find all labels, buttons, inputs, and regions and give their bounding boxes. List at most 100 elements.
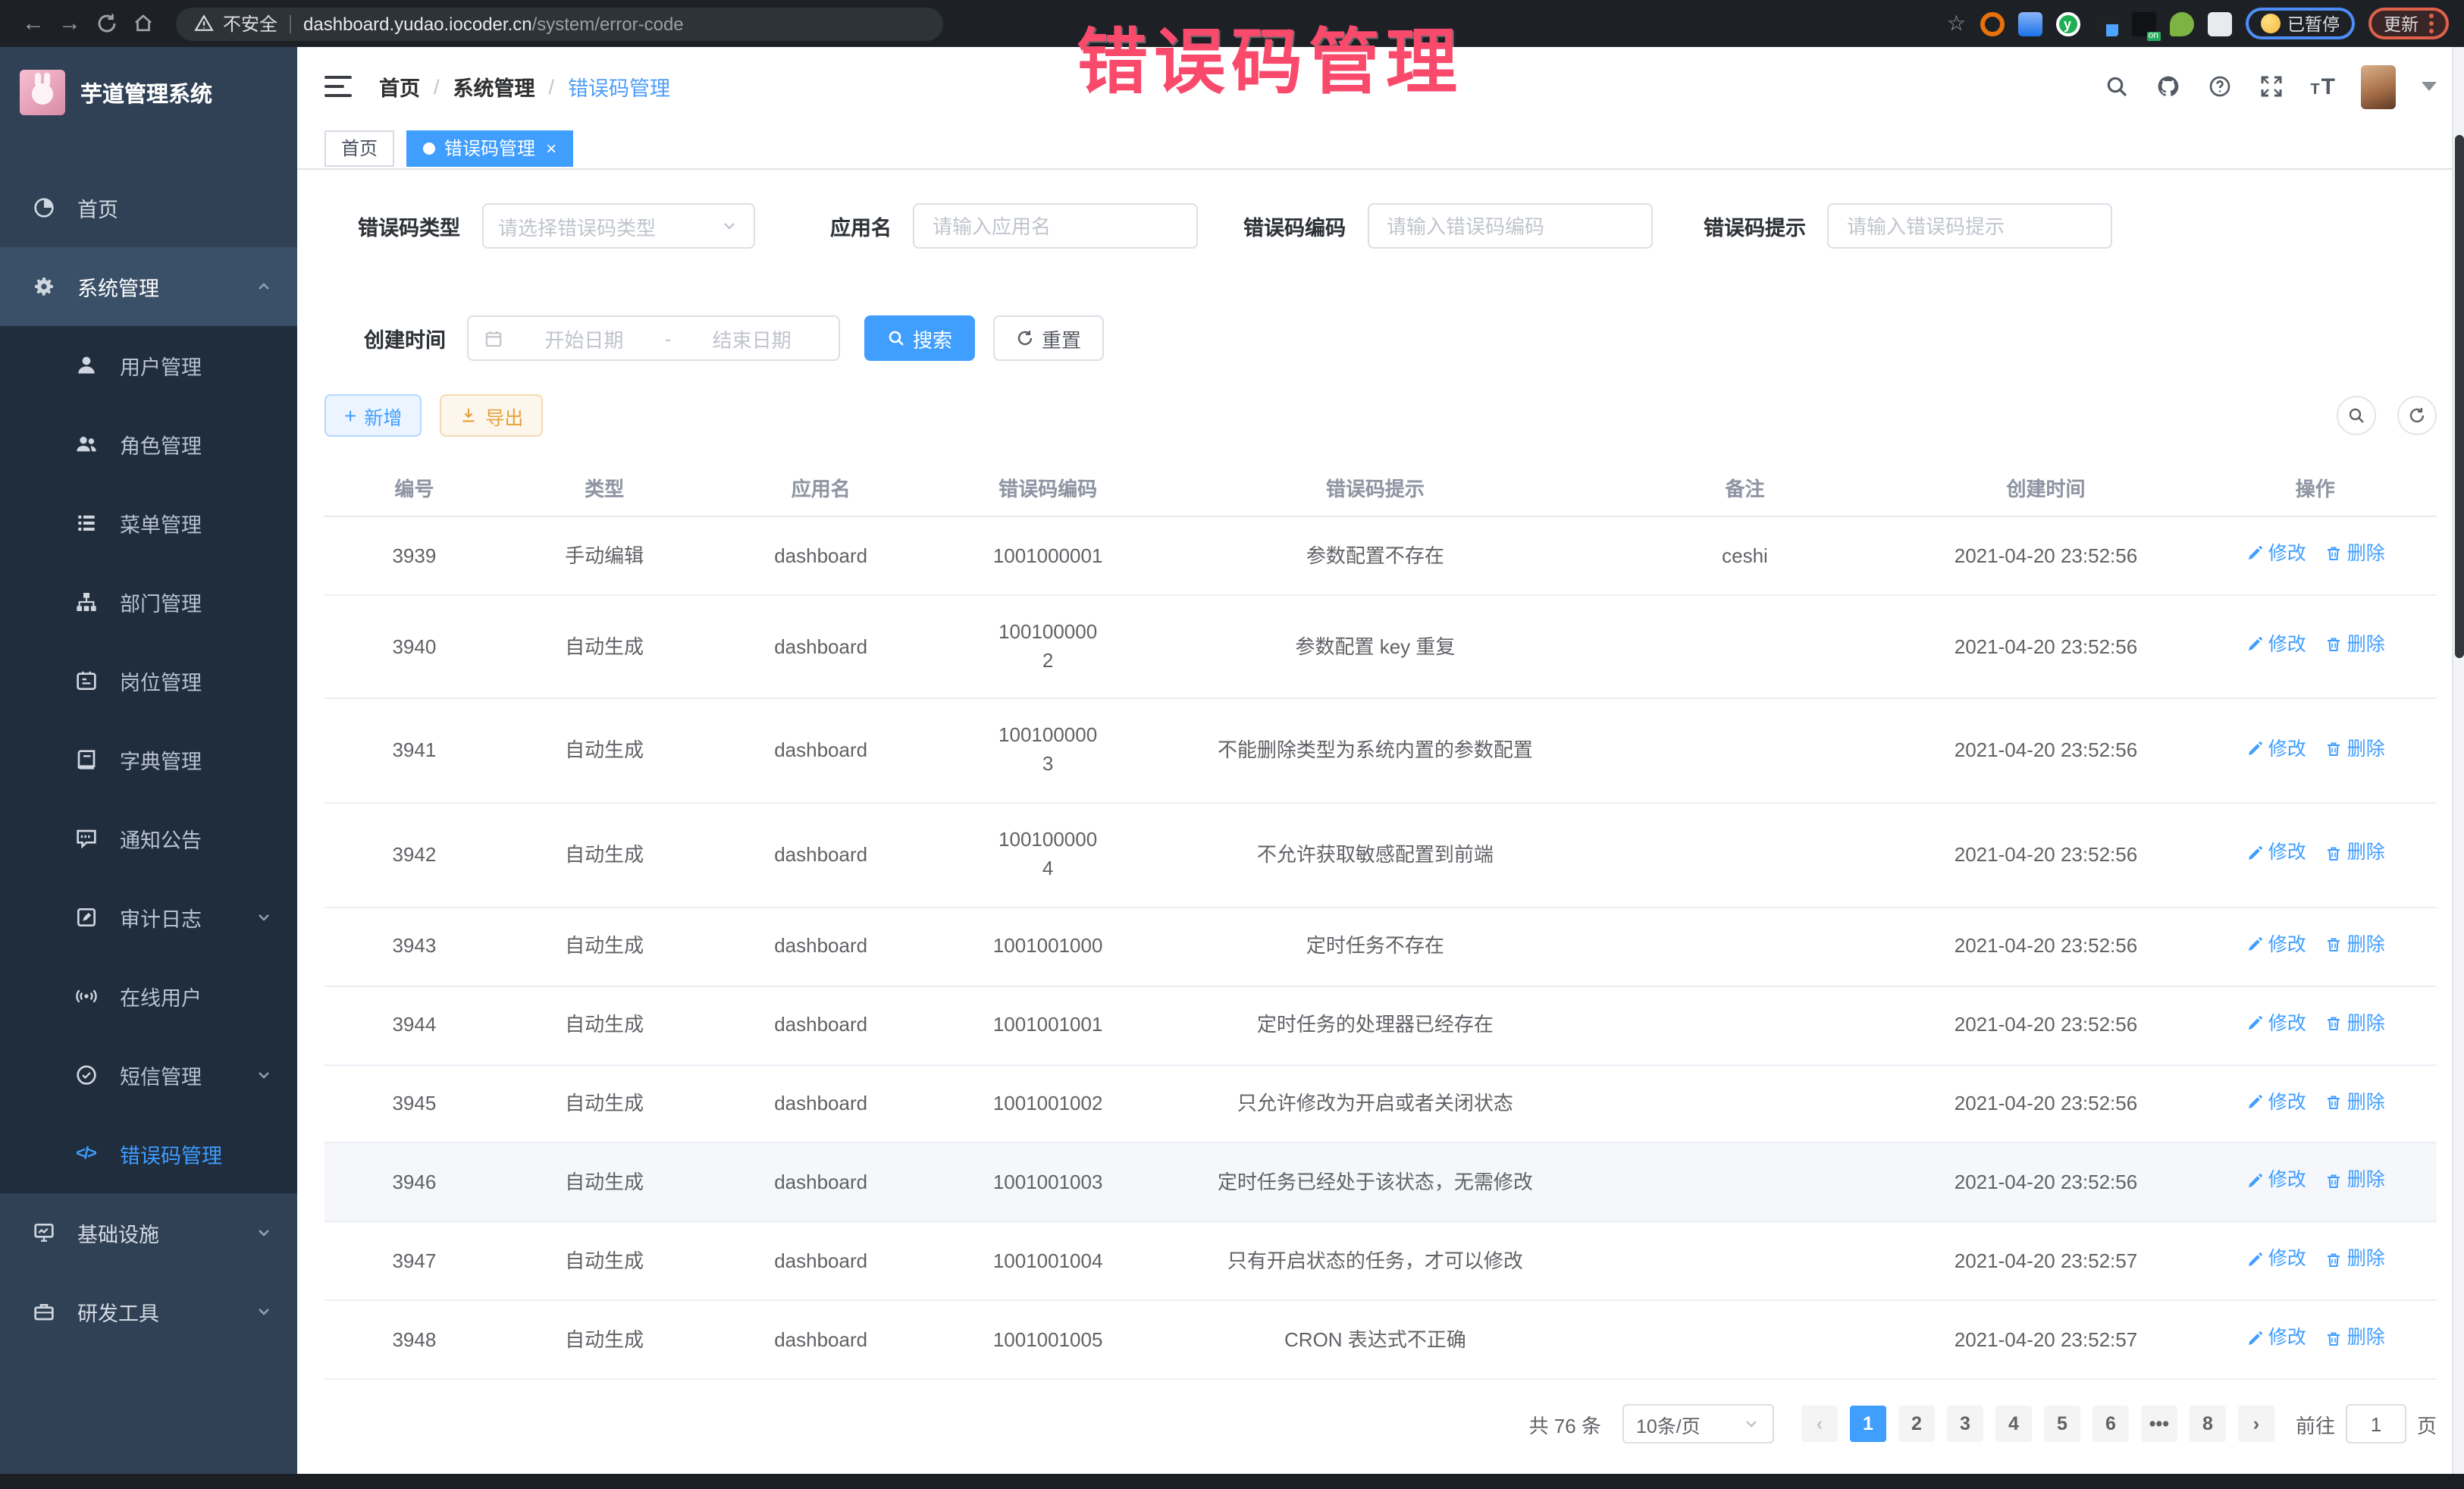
extension-icon-2[interactable] (2017, 11, 2042, 36)
sms-icon (73, 1062, 99, 1088)
delete-link[interactable]: 删除 (2324, 735, 2385, 764)
page-tag[interactable]: 错误码管理× (406, 130, 573, 166)
edit-link[interactable]: 修改 (2246, 931, 2306, 960)
collapse-sidebar-icon[interactable] (324, 77, 352, 98)
delete-link[interactable]: 删除 (2324, 1246, 2385, 1274)
sidebar-item[interactable]: 菜单管理 (0, 484, 297, 563)
page-number-button[interactable]: 3 (1947, 1406, 1983, 1442)
cell-hint: 只允许修改为开启或者关闭状态 (1158, 1064, 1591, 1143)
edit-link[interactable]: 修改 (2246, 1246, 2306, 1274)
edit-link[interactable]: 修改 (2246, 540, 2306, 569)
page-number-button[interactable]: 1 (1850, 1406, 1886, 1442)
extension-icon-1[interactable] (1980, 11, 2004, 36)
table-row: 3944自动生成dashboard1001001001定时任务的处理器已经存在2… (324, 986, 2437, 1064)
update-button[interactable]: 更新 (2368, 8, 2449, 39)
extension-icon-6[interactable] (2169, 11, 2193, 36)
delete-link[interactable]: 删除 (2324, 540, 2385, 569)
extension-icon-4[interactable] (2093, 11, 2118, 36)
fullscreen-icon[interactable] (2259, 74, 2284, 100)
github-icon[interactable] (2155, 74, 2181, 100)
forward-button[interactable]: → (52, 5, 88, 42)
extension-icon-3[interactable]: y (2055, 11, 2080, 36)
refresh-table-button[interactable] (2397, 397, 2437, 436)
breadcrumb-item[interactable]: 首页 (379, 72, 420, 102)
more-pages-button[interactable]: ••• (2141, 1406, 2177, 1442)
extensions-puzzle-icon[interactable] (2207, 11, 2231, 36)
sidebar-item[interactable]: 字典管理 (0, 720, 297, 799)
app-name-input[interactable] (929, 214, 1181, 240)
delete-link[interactable]: 删除 (2324, 1167, 2385, 1196)
edit-link[interactable]: 修改 (2246, 1167, 2306, 1196)
date-range-picker[interactable]: 开始日期 - 结束日期 (467, 316, 840, 362)
back-button[interactable]: ← (15, 5, 52, 42)
sidebar-item[interactable]: 在线用户 (0, 957, 297, 1036)
error-code-input[interactable] (1384, 214, 1635, 240)
page-number-button[interactable]: 2 (1898, 1406, 1935, 1442)
cell-type: 自动生成 (504, 1300, 705, 1379)
sidebar-item[interactable]: 系统管理 (0, 247, 297, 326)
search-button[interactable]: 搜索 (864, 316, 975, 362)
sidebar-item[interactable]: 研发工具 (0, 1272, 297, 1351)
cell-id: 3939 (324, 516, 504, 595)
edit-link[interactable]: 修改 (2246, 735, 2306, 764)
delete-link[interactable]: 删除 (2324, 631, 2385, 660)
prev-page-button[interactable]: ‹ (1801, 1406, 1838, 1442)
profile-paused-badge[interactable]: 已暂停 (2245, 8, 2355, 39)
app-logo-row[interactable]: 芋道管理系统 (0, 47, 297, 138)
sidebar-item[interactable]: 岗位管理 (0, 641, 297, 720)
edit-link[interactable]: 修改 (2246, 1088, 2306, 1117)
delete-link[interactable]: 删除 (2324, 1088, 2385, 1117)
delete-link[interactable]: 删除 (2324, 1009, 2385, 1038)
delete-link[interactable]: 删除 (2324, 839, 2385, 868)
edit-link[interactable]: 修改 (2246, 839, 2306, 868)
page-number-button[interactable]: 4 (1995, 1406, 2032, 1442)
show-search-toggle-button[interactable] (2337, 397, 2376, 436)
cell-type: 自动生成 (504, 1064, 705, 1143)
sidebar-item[interactable]: 基础设施 (0, 1193, 297, 1272)
font-size-icon[interactable]: TT (2310, 76, 2335, 99)
cell-actions: 修改删除 (2194, 1064, 2437, 1143)
sidebar-item[interactable]: 部门管理 (0, 563, 297, 641)
sidebar-item[interactable]: 角色管理 (0, 405, 297, 484)
edit-link[interactable]: 修改 (2246, 1009, 2306, 1038)
sidebar-item[interactable]: </>错误码管理 (0, 1114, 297, 1193)
reload-button[interactable] (88, 5, 124, 42)
goto-page-input[interactable] (2346, 1404, 2406, 1444)
breadcrumb-item[interactable]: 系统管理 (453, 72, 535, 102)
sidebar-item[interactable]: 短信管理 (0, 1036, 297, 1114)
error-hint-input[interactable] (1844, 214, 2096, 240)
page-number-button[interactable]: 5 (2044, 1406, 2080, 1442)
bookmark-star-icon[interactable]: ☆ (1947, 11, 1966, 36)
sidebar-item-label: 首页 (77, 193, 118, 223)
help-icon[interactable] (2207, 74, 2233, 100)
cell-type: 自动生成 (504, 986, 705, 1064)
export-button[interactable]: 导出 (440, 395, 543, 437)
page-scrollbar[interactable] (2452, 47, 2464, 1474)
extension-icon-5[interactable] (2131, 11, 2155, 36)
page-size-select[interactable]: 10条/页 (1622, 1404, 1774, 1444)
sidebar-item[interactable]: 首页 (0, 168, 297, 247)
reset-button[interactable]: 重置 (993, 316, 1104, 362)
home-button[interactable] (124, 5, 161, 42)
next-page-button[interactable]: › (2238, 1406, 2274, 1442)
close-icon[interactable]: × (546, 139, 556, 157)
page-tag[interactable]: 首页 (324, 130, 394, 166)
column-header: 备注 (1592, 459, 1898, 516)
delete-link[interactable]: 删除 (2324, 931, 2385, 960)
page-number-button[interactable]: 8 (2190, 1406, 2226, 1442)
sidebar-item[interactable]: 审计日志 (0, 878, 297, 957)
search-icon[interactable] (2104, 74, 2130, 100)
user-avatar[interactable] (2361, 65, 2396, 109)
delete-link[interactable]: 删除 (2324, 1324, 2385, 1353)
edit-link[interactable]: 修改 (2246, 1324, 2306, 1353)
caret-down-icon[interactable] (2422, 83, 2437, 92)
address-bar[interactable]: 不安全 dashboard.yudao.iocoder.cn /system/e… (176, 7, 943, 40)
sidebar-item[interactable]: 通知公告 (0, 799, 297, 878)
sidebar-item[interactable]: 用户管理 (0, 326, 297, 405)
add-button[interactable]: + 新增 (324, 395, 422, 437)
page-number-button[interactable]: 6 (2093, 1406, 2129, 1442)
error-type-select[interactable]: 请选择错误码类型 (481, 204, 754, 249)
browser-menu-icon[interactable] (2429, 14, 2434, 33)
edit-link[interactable]: 修改 (2246, 631, 2306, 660)
scrollbar-thumb[interactable] (2455, 135, 2464, 658)
